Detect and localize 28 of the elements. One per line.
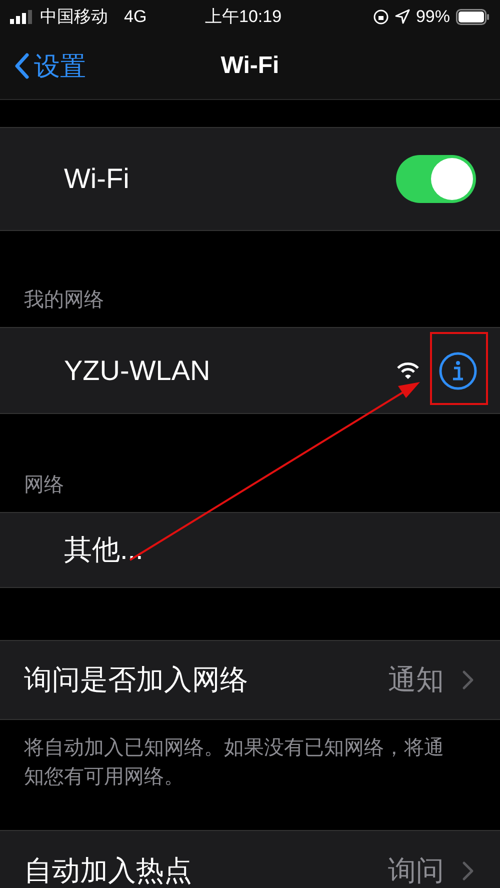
auto-join-hotspot-row[interactable]: 自动加入热点 询问 [0, 830, 500, 888]
location-arrow-icon [394, 9, 410, 24]
battery-icon [456, 8, 490, 24]
setting-label: 询问是否加入网络 [24, 663, 249, 697]
wifi-label: Wi-Fi [64, 162, 130, 196]
network-name: YZU-WLAN [64, 354, 212, 388]
back-button[interactable]: 设置 [0, 46, 86, 86]
chevron-icon [462, 670, 474, 690]
footer-note: 将自动加入已知网络。如果没有已知网络，将通知您有可用网络。 [24, 736, 444, 790]
back-chevron-icon [14, 52, 30, 80]
section-header: 我的网络 [24, 288, 104, 313]
setting-value: 通知 [388, 663, 444, 697]
rotation-lock-icon [372, 8, 389, 24]
setting-value: 询问 [388, 854, 444, 888]
clock-time: 上午10:19 [205, 6, 282, 28]
page-title: Wi-Fi [220, 51, 280, 81]
info-icon[interactable] [438, 350, 478, 390]
signal-icon [10, 10, 34, 24]
carrier-name: 中国移动 [40, 6, 108, 28]
wifi-switch[interactable] [396, 155, 476, 203]
setting-label: 自动加入热点 [24, 854, 193, 888]
network-row[interactable]: YZU-WLAN [0, 327, 500, 414]
network-type: 4G [124, 6, 147, 28]
wifi-signal-icon [396, 362, 420, 380]
ask-to-join-row[interactable]: 询问是否加入网络 通知 [0, 640, 500, 720]
section-header: 网络 [24, 473, 64, 498]
chevron-icon [462, 860, 474, 880]
battery-percent: 99% [416, 6, 450, 28]
